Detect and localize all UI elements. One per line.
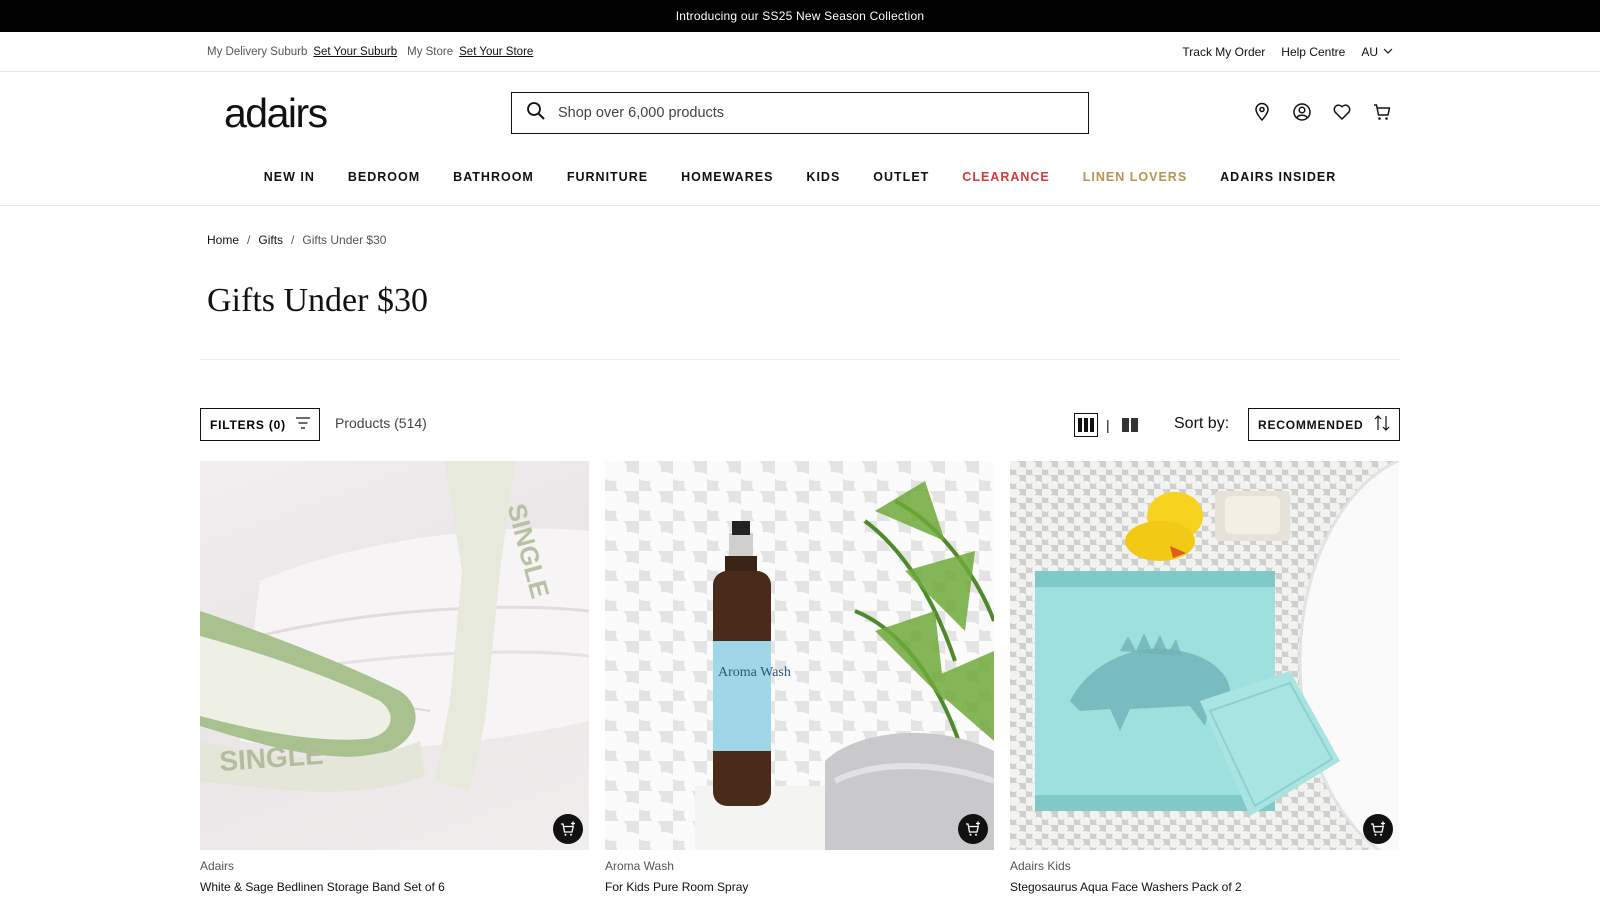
nav-item-kids[interactable]: KIDS <box>806 170 840 184</box>
product-brand: Aroma Wash <box>605 859 674 873</box>
promo-text[interactable]: Introducing our SS25 New Season Collecti… <box>676 9 925 23</box>
product-card[interactable]: SINGLE SINGLE Adairs White & Sage Bedlin… <box>200 461 589 894</box>
sort-label: Sort by: <box>1174 415 1230 432</box>
breadcrumb-separator: / <box>247 233 251 247</box>
view-toggle: | <box>1074 413 1142 437</box>
wishlist-heart-icon[interactable] <box>1332 102 1352 122</box>
add-to-cart-icon <box>966 821 980 836</box>
breadcrumb-separator: / <box>291 233 295 247</box>
nav-item-homewares[interactable]: HOMEWARES <box>681 170 773 184</box>
page-title: Gifts Under $30 <box>207 282 428 319</box>
add-to-cart-icon <box>1371 821 1385 836</box>
product-image[interactable] <box>1010 461 1399 850</box>
product-image[interactable]: SINGLE SINGLE <box>200 461 589 850</box>
product-count: Products (514) <box>335 415 427 431</box>
product-name[interactable]: White & Sage Bedlinen Storage Band Set o… <box>200 880 589 894</box>
sort-arrows-icon <box>1373 414 1391 435</box>
product-brand: Adairs <box>200 859 235 873</box>
search-icon <box>526 101 546 126</box>
product-card[interactable]: Aroma Wash Aroma Wash For Kids Pure Room… <box>605 461 994 894</box>
add-to-cart-button[interactable] <box>1363 814 1393 844</box>
sort-select[interactable]: RECOMMENDED <box>1248 408 1400 441</box>
product-image[interactable]: Aroma Wash <box>605 461 994 850</box>
nav-item-clearance[interactable]: CLEARANCE <box>962 170 1049 184</box>
breadcrumb: Home / Gifts / Gifts Under $30 <box>207 233 386 247</box>
filters-button[interactable]: FILTERS (0) <box>200 408 320 441</box>
site-header: adairs <box>0 72 1600 154</box>
set-suburb-link[interactable]: Set Your Suburb <box>313 46 397 58</box>
utility-bar: My Delivery Suburb Set Your Suburb My St… <box>0 32 1600 72</box>
nav-item-adairs-insider[interactable]: ADAIRS INSIDER <box>1220 170 1336 184</box>
breadcrumb-home[interactable]: Home <box>207 233 239 247</box>
help-centre-link[interactable]: Help Centre <box>1281 45 1345 59</box>
filter-icon <box>295 415 311 434</box>
nav-list: NEW IN BEDROOM BATHROOM FURNITURE HOMEWA… <box>264 170 1337 184</box>
nav-item-furniture[interactable]: FURNITURE <box>567 170 648 184</box>
search-input[interactable] <box>558 105 1038 121</box>
add-to-cart-button[interactable] <box>553 814 583 844</box>
delivery-suburb-label: My Delivery Suburb <box>207 46 308 58</box>
view-separator: | <box>1106 417 1110 433</box>
sort-value: RECOMMENDED <box>1258 417 1364 432</box>
breadcrumb-gifts[interactable]: Gifts <box>258 233 283 247</box>
product-brand: Adairs Kids <box>1010 859 1071 873</box>
main-nav: NEW IN BEDROOM BATHROOM FURNITURE HOMEWA… <box>0 154 1600 206</box>
add-to-cart-button[interactable] <box>958 814 988 844</box>
account-icon[interactable] <box>1292 102 1312 122</box>
product-name[interactable]: For Kids Pure Room Spray <box>605 880 994 894</box>
product-name[interactable]: Stegosaurus Aqua Face Washers Pack of 2 <box>1010 880 1399 894</box>
listing-toolbar: FILTERS (0) Products (514) | Sort by: RE… <box>200 408 1400 442</box>
three-column-view-icon[interactable] <box>1074 413 1098 437</box>
set-store-link[interactable]: Set Your Store <box>459 46 533 58</box>
bottle-label-text: Aroma Wash <box>718 665 791 680</box>
nav-item-linen-lovers[interactable]: LINEN LOVERS <box>1083 170 1187 184</box>
header-icons <box>1252 102 1392 122</box>
chevron-down-icon <box>1383 45 1393 59</box>
search-bar[interactable] <box>511 92 1089 134</box>
filters-label: FILTERS (0) <box>210 417 286 432</box>
nav-item-new-in[interactable]: NEW IN <box>264 170 315 184</box>
my-store-label: My Store <box>407 46 454 58</box>
cart-icon[interactable] <box>1372 102 1392 122</box>
adairs-logo[interactable]: adairs <box>224 90 328 137</box>
nav-item-bedroom[interactable]: BEDROOM <box>348 170 420 184</box>
track-order-link[interactable]: Track My Order <box>1182 45 1265 59</box>
product-grid: SINGLE SINGLE Adairs White & Sage Bedlin… <box>200 461 1400 894</box>
country-code: AU <box>1361 45 1378 59</box>
location-pin-icon[interactable] <box>1252 102 1272 122</box>
two-column-view-icon[interactable] <box>1118 413 1142 437</box>
product-card[interactable]: Adairs Kids Stegosaurus Aqua Face Washer… <box>1010 461 1399 894</box>
utility-links: Track My Order Help Centre AU <box>1182 32 1393 72</box>
delivery-store-selector: My Delivery Suburb Set Your Suburb My St… <box>207 32 537 72</box>
country-selector[interactable]: AU <box>1361 45 1393 59</box>
nav-item-outlet[interactable]: OUTLET <box>873 170 929 184</box>
nav-item-bathroom[interactable]: BATHROOM <box>453 170 534 184</box>
breadcrumb-current: Gifts Under $30 <box>302 233 387 247</box>
title-divider <box>200 359 1400 360</box>
promo-bar[interactable]: Introducing our SS25 New Season Collecti… <box>0 0 1600 32</box>
add-to-cart-icon <box>561 821 575 836</box>
